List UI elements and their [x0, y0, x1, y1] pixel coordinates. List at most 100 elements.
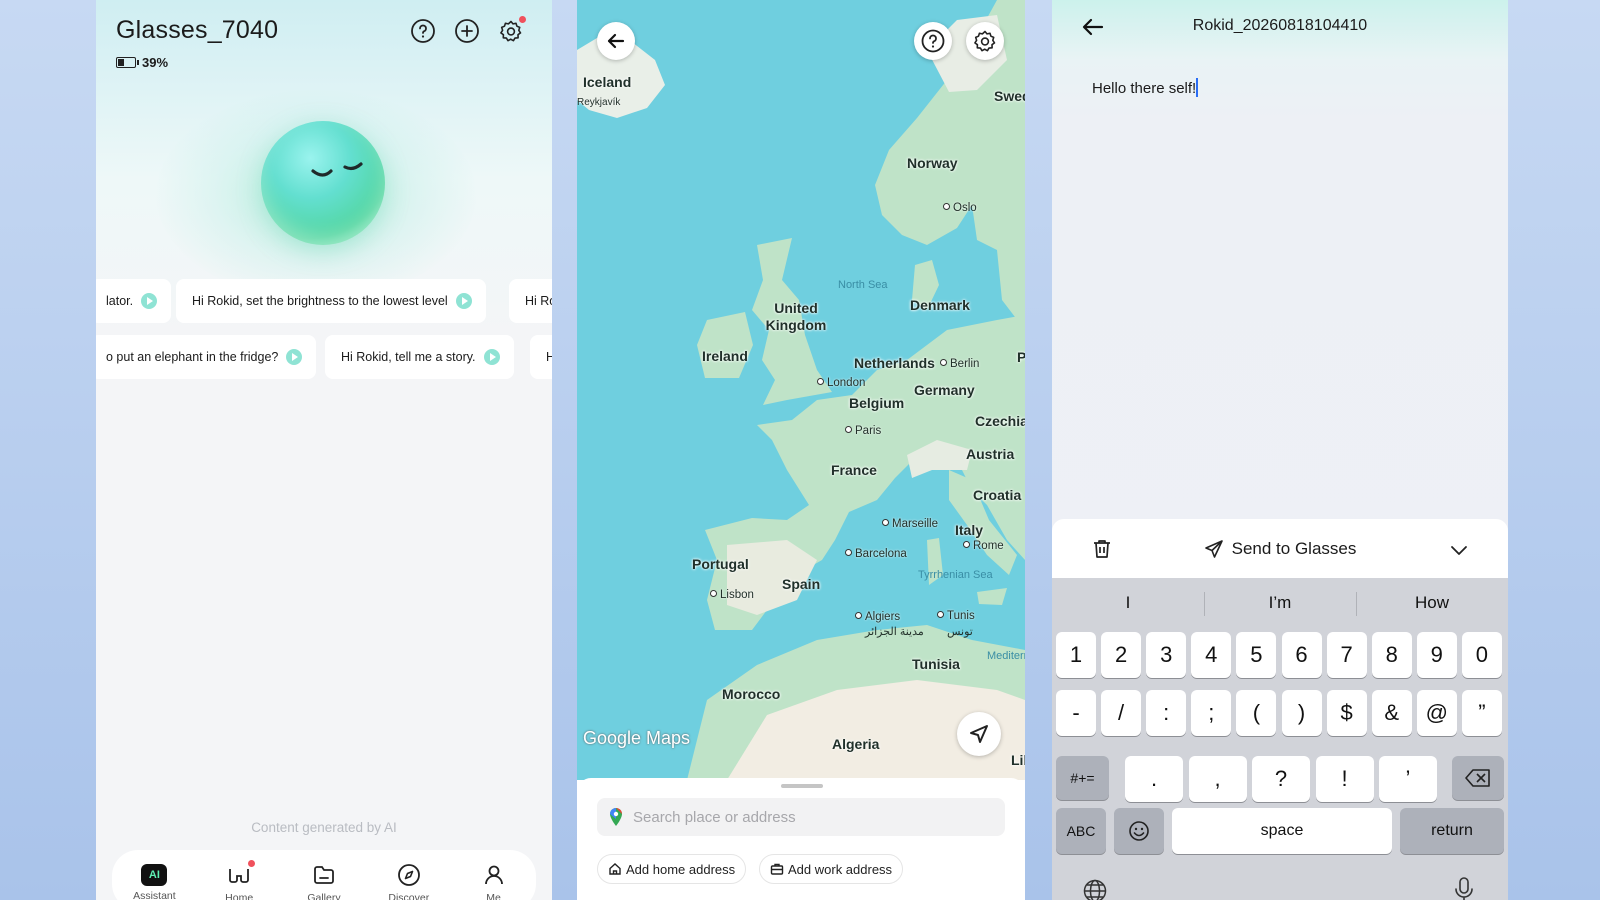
country-label: Netherlands	[854, 355, 935, 371]
add-home-label: Add home address	[626, 861, 736, 877]
prompt-chip[interactable]: Hi Rokid, set the brightness to the lowe…	[176, 279, 486, 323]
note-editor-screen: Rokid_20260818104410 Hello there self! S…	[1052, 0, 1508, 900]
map-view[interactable]: Iceland Reykjavík Swed Norway Oslo North…	[577, 0, 1025, 780]
battery-icon	[116, 57, 139, 68]
key[interactable]: 7	[1326, 632, 1367, 678]
device-name: Glasses_7040	[116, 16, 279, 44]
key[interactable]: &	[1371, 690, 1412, 736]
country-label: United Kingdom	[765, 300, 827, 333]
search-input[interactable]: Search place or address	[597, 798, 1005, 836]
chevron-down-icon[interactable]	[1448, 539, 1470, 561]
person-icon	[484, 865, 503, 885]
help-button[interactable]	[914, 22, 952, 60]
suggestion[interactable]: I’m	[1204, 578, 1356, 628]
country-label: Denmark	[910, 297, 970, 313]
key[interactable]: ”	[1461, 690, 1502, 736]
keyboard: I I’m How #+= ABC space return 123456789…	[1052, 578, 1508, 900]
prompt-chip[interactable]: Hi Ro	[509, 279, 552, 323]
key[interactable]: 2	[1101, 632, 1142, 678]
note-text: Hello there self!	[1092, 80, 1197, 97]
city-label: Algiers	[855, 611, 900, 623]
tab-assistant[interactable]: AI Assistant	[118, 862, 190, 900]
country-label: Portugal	[692, 556, 749, 572]
tab-gallery[interactable]: Gallery	[288, 862, 360, 900]
city-label: London	[817, 377, 865, 389]
city-label: Barcelona	[845, 548, 907, 560]
tab-label: Me	[486, 892, 501, 900]
send-toolbar: Send to Glasses	[1052, 519, 1508, 579]
key[interactable]: 4	[1191, 632, 1232, 678]
settings-button[interactable]	[966, 22, 1004, 60]
key[interactable]: $	[1326, 690, 1367, 736]
city-label-arabic: تونس	[947, 626, 973, 638]
tab-label: Assistant	[133, 890, 176, 900]
key[interactable]: 5	[1236, 632, 1277, 678]
tab-label: Gallery	[307, 892, 341, 900]
country-label: Swed	[994, 88, 1025, 104]
globe-icon[interactable]	[1082, 878, 1108, 900]
tab-home[interactable]: Home	[203, 860, 275, 900]
add-icon[interactable]	[454, 18, 480, 44]
key[interactable]: 9	[1416, 632, 1457, 678]
prompt-chip[interactable]: o put an elephant in the fridge?	[96, 335, 317, 379]
key[interactable]: 0	[1461, 632, 1502, 678]
key[interactable]: 6	[1281, 632, 1322, 678]
sea-label: Mediterr	[987, 650, 1025, 662]
abc-key[interactable]: ABC	[1056, 808, 1106, 854]
arrow-left-icon	[607, 33, 625, 49]
map-attribution-logo: Google Maps	[583, 728, 691, 748]
microphone-icon[interactable]	[1454, 876, 1474, 900]
assistant-orb[interactable]	[261, 121, 385, 245]
key[interactable]: /	[1101, 690, 1142, 736]
key[interactable]: 1	[1056, 632, 1096, 678]
back-button[interactable]	[597, 22, 635, 60]
battery-percent: 39%	[142, 55, 169, 70]
key[interactable]: @	[1416, 690, 1457, 736]
city-label: Berlin	[940, 358, 979, 370]
prompt-chip[interactable]: H	[530, 335, 552, 379]
note-title: Rokid_20260818104410	[1192, 17, 1368, 34]
key[interactable]: :	[1146, 690, 1187, 736]
emoji-key[interactable]	[1114, 808, 1164, 854]
add-home-address-button[interactable]: Add home address	[597, 854, 747, 884]
key[interactable]: (	[1236, 690, 1277, 736]
bottom-sheet: Search place or address Add home address…	[577, 778, 1025, 900]
send-to-glasses-button[interactable]: Send to Glasses	[1052, 539, 1508, 559]
key[interactable]: -	[1056, 690, 1096, 736]
suggestion[interactable]: How	[1356, 578, 1508, 628]
key[interactable]: ’	[1379, 756, 1437, 802]
prompt-chip[interactable]: Hi Rokid, tell me a story.	[325, 335, 514, 379]
sheet-grab-handle[interactable]	[781, 784, 823, 788]
key[interactable]: !	[1315, 756, 1374, 802]
key[interactable]: 8	[1371, 632, 1412, 678]
help-icon[interactable]	[410, 18, 436, 44]
my-location-button[interactable]	[957, 712, 1001, 756]
key[interactable]: 3	[1146, 632, 1187, 678]
backspace-key[interactable]	[1452, 756, 1504, 800]
note-text-input[interactable]: Hello there self!	[1092, 78, 1199, 97]
battery-indicator: 39%	[116, 55, 168, 70]
ai-disclaimer: Content generated by AI	[251, 820, 397, 835]
emoji-icon	[1129, 821, 1149, 841]
key[interactable]: ;	[1191, 690, 1232, 736]
map-screen: Iceland Reykjavík Swed Norway Oslo North…	[577, 0, 1025, 900]
tab-me[interactable]: Me	[458, 862, 530, 900]
return-key[interactable]: return	[1400, 808, 1504, 854]
symbols-key[interactable]: #+=	[1056, 756, 1109, 800]
key[interactable]: ,	[1188, 756, 1247, 802]
country-label: Germany	[914, 382, 975, 398]
prompt-chip-text: Hi Rokid, set the brightness to the lowe…	[192, 294, 448, 308]
sea-label: Tyrrhenian Sea	[918, 569, 993, 581]
search-placeholder: Search place or address	[633, 808, 796, 826]
navigation-arrow-icon	[970, 725, 988, 743]
send-icon	[1204, 540, 1223, 558]
tab-discover[interactable]: Discover	[373, 862, 445, 900]
suggestion[interactable]: I	[1052, 578, 1204, 628]
key[interactable]: )	[1281, 690, 1322, 736]
prompt-chip[interactable]: lator.	[96, 279, 172, 323]
home-notification-dot	[248, 860, 256, 867]
key[interactable]: .	[1125, 756, 1183, 802]
key[interactable]: ?	[1252, 756, 1310, 802]
space-key[interactable]: space	[1172, 808, 1392, 854]
add-work-address-button[interactable]: Add work address	[759, 854, 904, 884]
